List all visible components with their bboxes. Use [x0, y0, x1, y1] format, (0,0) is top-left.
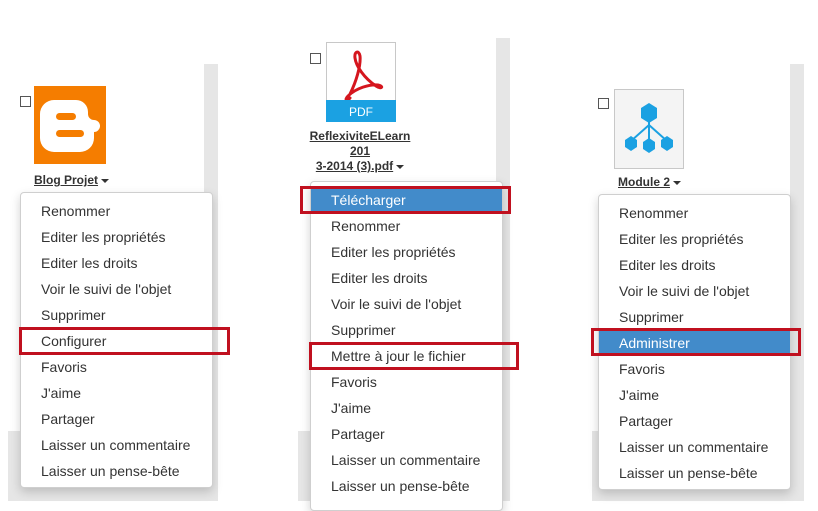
module-hierarchy-icon[interactable] — [614, 89, 684, 169]
module-select-checkbox[interactable] — [598, 98, 609, 109]
menu-item-share[interactable]: Partager — [311, 421, 502, 447]
chevron-down-icon[interactable] — [101, 178, 110, 183]
pdf-select-checkbox[interactable] — [310, 53, 321, 64]
pdf-band-label: PDF — [349, 105, 373, 119]
menu-item-like[interactable]: J'aime — [21, 380, 212, 406]
module-item-name[interactable]: Module 2 — [618, 175, 682, 190]
blog-context-menu: Renommer Editer les propriétés Editer le… — [20, 192, 213, 488]
menu-item-edit-rights[interactable]: Editer les droits — [599, 252, 790, 278]
menu-item-delete[interactable]: Supprimer — [21, 302, 212, 328]
menu-item-rename[interactable]: Renommer — [311, 213, 502, 239]
menu-item-administer[interactable]: Administrer — [599, 330, 790, 356]
pdf-item-name[interactable]: ReflexiviteELearn 201 3-2014 (3).pdf — [306, 129, 414, 174]
menu-item-sticky-note[interactable]: Laisser un pense-bête — [21, 458, 212, 484]
blogger-icon[interactable] — [34, 86, 106, 164]
pdf-name-line-2[interactable]: 201 — [306, 144, 414, 159]
blog-item-name-text[interactable]: Blog Projet — [34, 173, 98, 187]
menu-item-like[interactable]: J'aime — [599, 382, 790, 408]
pdf-name-line-3[interactable]: 3-2014 (3).pdf — [316, 159, 393, 173]
menu-item-share[interactable]: Partager — [21, 406, 212, 432]
menu-item-sticky-note[interactable]: Laisser un pense-bête — [311, 473, 502, 499]
menu-item-comment[interactable]: Laisser un commentaire — [21, 432, 212, 458]
menu-item-like[interactable]: J'aime — [311, 395, 502, 421]
menu-item-edit-properties[interactable]: Editer les propriétés — [311, 239, 502, 265]
menu-item-configure[interactable]: Configurer — [21, 328, 212, 354]
chevron-down-icon[interactable] — [673, 180, 682, 185]
module-item-name-text[interactable]: Module 2 — [618, 175, 670, 189]
menu-item-edit-rights[interactable]: Editer les droits — [21, 250, 212, 276]
menu-item-comment[interactable]: Laisser un commentaire — [311, 447, 502, 473]
menu-item-comment[interactable]: Laisser un commentaire — [599, 434, 790, 460]
menu-item-rename[interactable]: Renommer — [599, 200, 790, 226]
blog-select-checkbox[interactable] — [20, 96, 31, 107]
menu-item-edit-rights[interactable]: Editer les droits — [311, 265, 502, 291]
module-context-menu: Renommer Editer les propriétés Editer le… — [598, 194, 791, 490]
menu-item-share[interactable]: Partager — [599, 408, 790, 434]
menu-item-delete[interactable]: Supprimer — [311, 317, 502, 343]
menu-item-sticky-note[interactable]: Laisser un pense-bête — [599, 460, 790, 486]
menu-item-view-tracking[interactable]: Voir le suivi de l'objet — [21, 276, 212, 302]
menu-item-edit-properties[interactable]: Editer les propriétés — [599, 226, 790, 252]
menu-item-delete[interactable]: Supprimer — [599, 304, 790, 330]
menu-item-edit-properties[interactable]: Editer les propriétés — [21, 224, 212, 250]
pdf-name-line-1[interactable]: ReflexiviteELearn — [306, 129, 414, 144]
menu-item-view-tracking[interactable]: Voir le suivi de l'objet — [311, 291, 502, 317]
menu-item-favorites[interactable]: Favoris — [311, 369, 502, 395]
pdf-file-icon[interactable]: PDF — [326, 42, 396, 122]
pdf-context-menu: Télécharger Renommer Editer les propriét… — [310, 181, 503, 511]
menu-item-update-file[interactable]: Mettre à jour le fichier — [311, 343, 502, 369]
menu-item-download[interactable]: Télécharger — [311, 187, 502, 213]
menu-item-favorites[interactable]: Favoris — [599, 356, 790, 382]
chevron-down-icon[interactable] — [396, 164, 405, 169]
menu-item-favorites[interactable]: Favoris — [21, 354, 212, 380]
menu-item-rename[interactable]: Renommer — [21, 198, 212, 224]
blog-item-name[interactable]: Blog Projet — [34, 173, 110, 188]
menu-item-view-tracking[interactable]: Voir le suivi de l'objet — [599, 278, 790, 304]
